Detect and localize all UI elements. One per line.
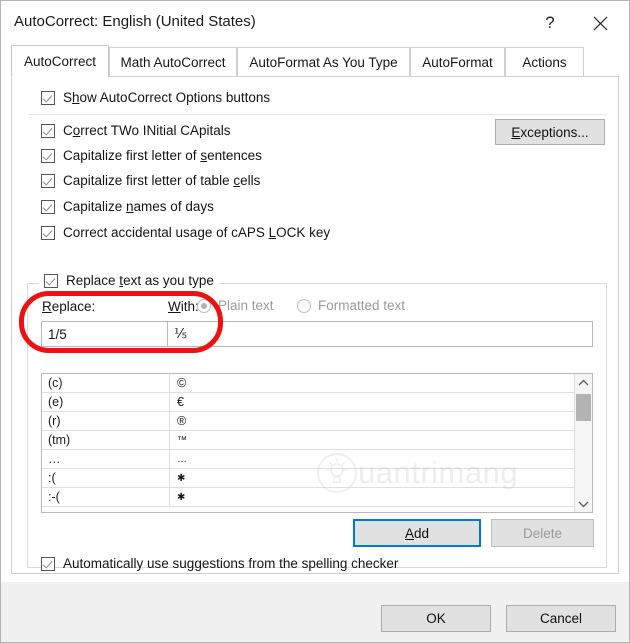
list-scrollbar[interactable] bbox=[574, 374, 592, 512]
replace-with-input-row bbox=[41, 321, 593, 347]
checkbox-box bbox=[41, 556, 55, 571]
tab-label: AutoFormat As You Type bbox=[249, 55, 398, 70]
formatted-text-radio[interactable]: Formatted text bbox=[297, 298, 405, 313]
checkbox-box bbox=[41, 90, 55, 105]
table-row[interactable]: (tm) ™ bbox=[42, 430, 592, 450]
tab-label: AutoFormat bbox=[422, 55, 493, 70]
entry-with-cell: © bbox=[177, 376, 187, 390]
replace-field-label: Replace: bbox=[42, 299, 96, 314]
capitalize-first-letter-sentences-checkbox[interactable]: Capitalize first letter of sentences bbox=[41, 148, 262, 163]
delete-button-label: Delete bbox=[522, 525, 563, 541]
entry-with-cell: ™ bbox=[177, 434, 187, 446]
entry-with-cell: € bbox=[177, 395, 184, 409]
capitalize-names-of-days-checkbox[interactable]: Capitalize names of days bbox=[41, 199, 214, 214]
cancel-button[interactable]: Cancel bbox=[506, 605, 616, 632]
table-row[interactable]: :-( ✱ bbox=[42, 487, 592, 507]
tab-autocorrect[interactable]: AutoCorrect bbox=[11, 45, 109, 78]
tab-actions[interactable]: Actions bbox=[505, 47, 584, 77]
with-field-label: With: bbox=[168, 299, 199, 314]
capitalize-first-letter-table-cells-label: Capitalize first letter of table cells bbox=[63, 173, 261, 188]
checkbox-box bbox=[41, 225, 55, 240]
ok-button-label: OK bbox=[426, 611, 446, 626]
entry-replace-cell: (r) bbox=[42, 411, 170, 431]
autocorrect-entries-list[interactable]: (c) © (e) € (r) ® (tm) ™……:(✱:-(✱ bbox=[41, 373, 593, 513]
tab-autoformat-as-you-type[interactable]: AutoFormat As You Type bbox=[237, 47, 410, 77]
autocorrect-dialog: AutoCorrect: English (United States) ? A… bbox=[0, 0, 630, 643]
replace-text-as-you-type-label: Replace text as you type bbox=[66, 273, 214, 288]
radio-dot bbox=[297, 298, 311, 313]
correct-caps-lock-label: Correct accidental usage of cAPS LOCK ke… bbox=[63, 225, 331, 240]
checkbox-box bbox=[41, 173, 55, 188]
checkbox-box bbox=[41, 199, 55, 214]
correct-two-initial-capitals-label: Correct TWo INitial CApitals bbox=[63, 123, 231, 138]
ok-button[interactable]: OK bbox=[381, 605, 491, 632]
table-row[interactable]: (c) © bbox=[42, 374, 592, 393]
entry-with-cell: ✱ bbox=[177, 491, 186, 503]
checkbox-box bbox=[41, 123, 55, 138]
close-icon[interactable] bbox=[577, 1, 623, 45]
add-button[interactable]: Add bbox=[353, 519, 481, 547]
entry-with-cell: … bbox=[177, 453, 187, 465]
table-row[interactable]: …… bbox=[42, 449, 592, 469]
entry-with-cell: ® bbox=[177, 414, 187, 428]
exceptions-button-label: Exceptions... bbox=[511, 124, 589, 140]
show-autocorrect-options-label: Show AutoCorrect Options buttons bbox=[63, 90, 271, 105]
help-icon[interactable]: ? bbox=[527, 1, 573, 45]
tab-label: Actions bbox=[522, 55, 567, 70]
plain-text-radio[interactable]: Plain text bbox=[197, 298, 274, 313]
exceptions-button[interactable]: Exceptions... bbox=[495, 119, 605, 145]
auto-suggest-label: Automatically use suggestions from the s… bbox=[63, 556, 399, 571]
entry-replace-cell: (tm) bbox=[42, 430, 170, 450]
tab-math-autocorrect[interactable]: Math AutoCorrect bbox=[109, 47, 237, 77]
options-separator bbox=[28, 114, 607, 115]
entry-replace-cell: (c) bbox=[42, 374, 170, 393]
formatted-text-radio-label: Formatted text bbox=[318, 298, 406, 313]
correct-caps-lock-checkbox[interactable]: Correct accidental usage of cAPS LOCK ke… bbox=[41, 225, 330, 240]
title-bar: AutoCorrect: English (United States) ? bbox=[1, 1, 629, 45]
show-autocorrect-options-checkbox[interactable]: Show AutoCorrect Options buttons bbox=[41, 90, 270, 105]
scrollbar-thumb[interactable] bbox=[576, 394, 591, 421]
table-row[interactable]: :( ✱ bbox=[42, 468, 592, 488]
chevron-up-icon[interactable] bbox=[575, 374, 592, 391]
capitalize-first-letter-sentences-label: Capitalize first letter of sentences bbox=[63, 148, 262, 163]
with-input[interactable] bbox=[168, 322, 592, 346]
checkbox-box bbox=[41, 148, 55, 163]
radio-dot bbox=[197, 298, 211, 313]
checkbox-box bbox=[44, 273, 58, 288]
table-row[interactable]: (e) € bbox=[42, 392, 592, 412]
entry-replace-cell: (e) bbox=[42, 392, 170, 412]
plain-text-radio-label: Plain text bbox=[218, 298, 274, 313]
entry-with-cell: ✱ bbox=[177, 472, 186, 484]
entry-replace-cell: :( bbox=[42, 468, 170, 488]
add-button-label: Add bbox=[404, 525, 430, 541]
capitalize-names-of-days-label: Capitalize names of days bbox=[63, 199, 214, 214]
list-rows-container: (c) © (e) € (r) ® (tm) ™……:(✱:-(✱ bbox=[42, 374, 592, 507]
auto-suggest-checkbox[interactable]: Automatically use suggestions from the s… bbox=[41, 556, 398, 571]
replace-input[interactable] bbox=[42, 322, 168, 346]
entry-replace-cell: … bbox=[42, 449, 170, 469]
tab-autoformat[interactable]: AutoFormat bbox=[410, 47, 505, 77]
entry-replace-cell: :-( bbox=[42, 487, 170, 507]
window-title: AutoCorrect: English (United States) bbox=[14, 13, 256, 30]
table-row[interactable]: (r) ® bbox=[42, 411, 592, 431]
replace-text-as-you-type-checkbox[interactable]: Replace text as you type bbox=[39, 273, 219, 288]
cancel-button-label: Cancel bbox=[539, 611, 583, 626]
capitalize-first-letter-table-cells-checkbox[interactable]: Capitalize first letter of table cells bbox=[41, 173, 260, 188]
chevron-down-icon[interactable] bbox=[575, 495, 592, 512]
correct-two-initial-capitals-checkbox[interactable]: Correct TWo INitial CApitals bbox=[41, 123, 231, 138]
delete-button[interactable]: Delete bbox=[491, 519, 594, 547]
tab-label: Math AutoCorrect bbox=[120, 55, 226, 70]
tab-label: AutoCorrect bbox=[23, 54, 97, 69]
tab-strip: AutoCorrect Math AutoCorrect AutoFormat As… bbox=[1, 45, 629, 78]
